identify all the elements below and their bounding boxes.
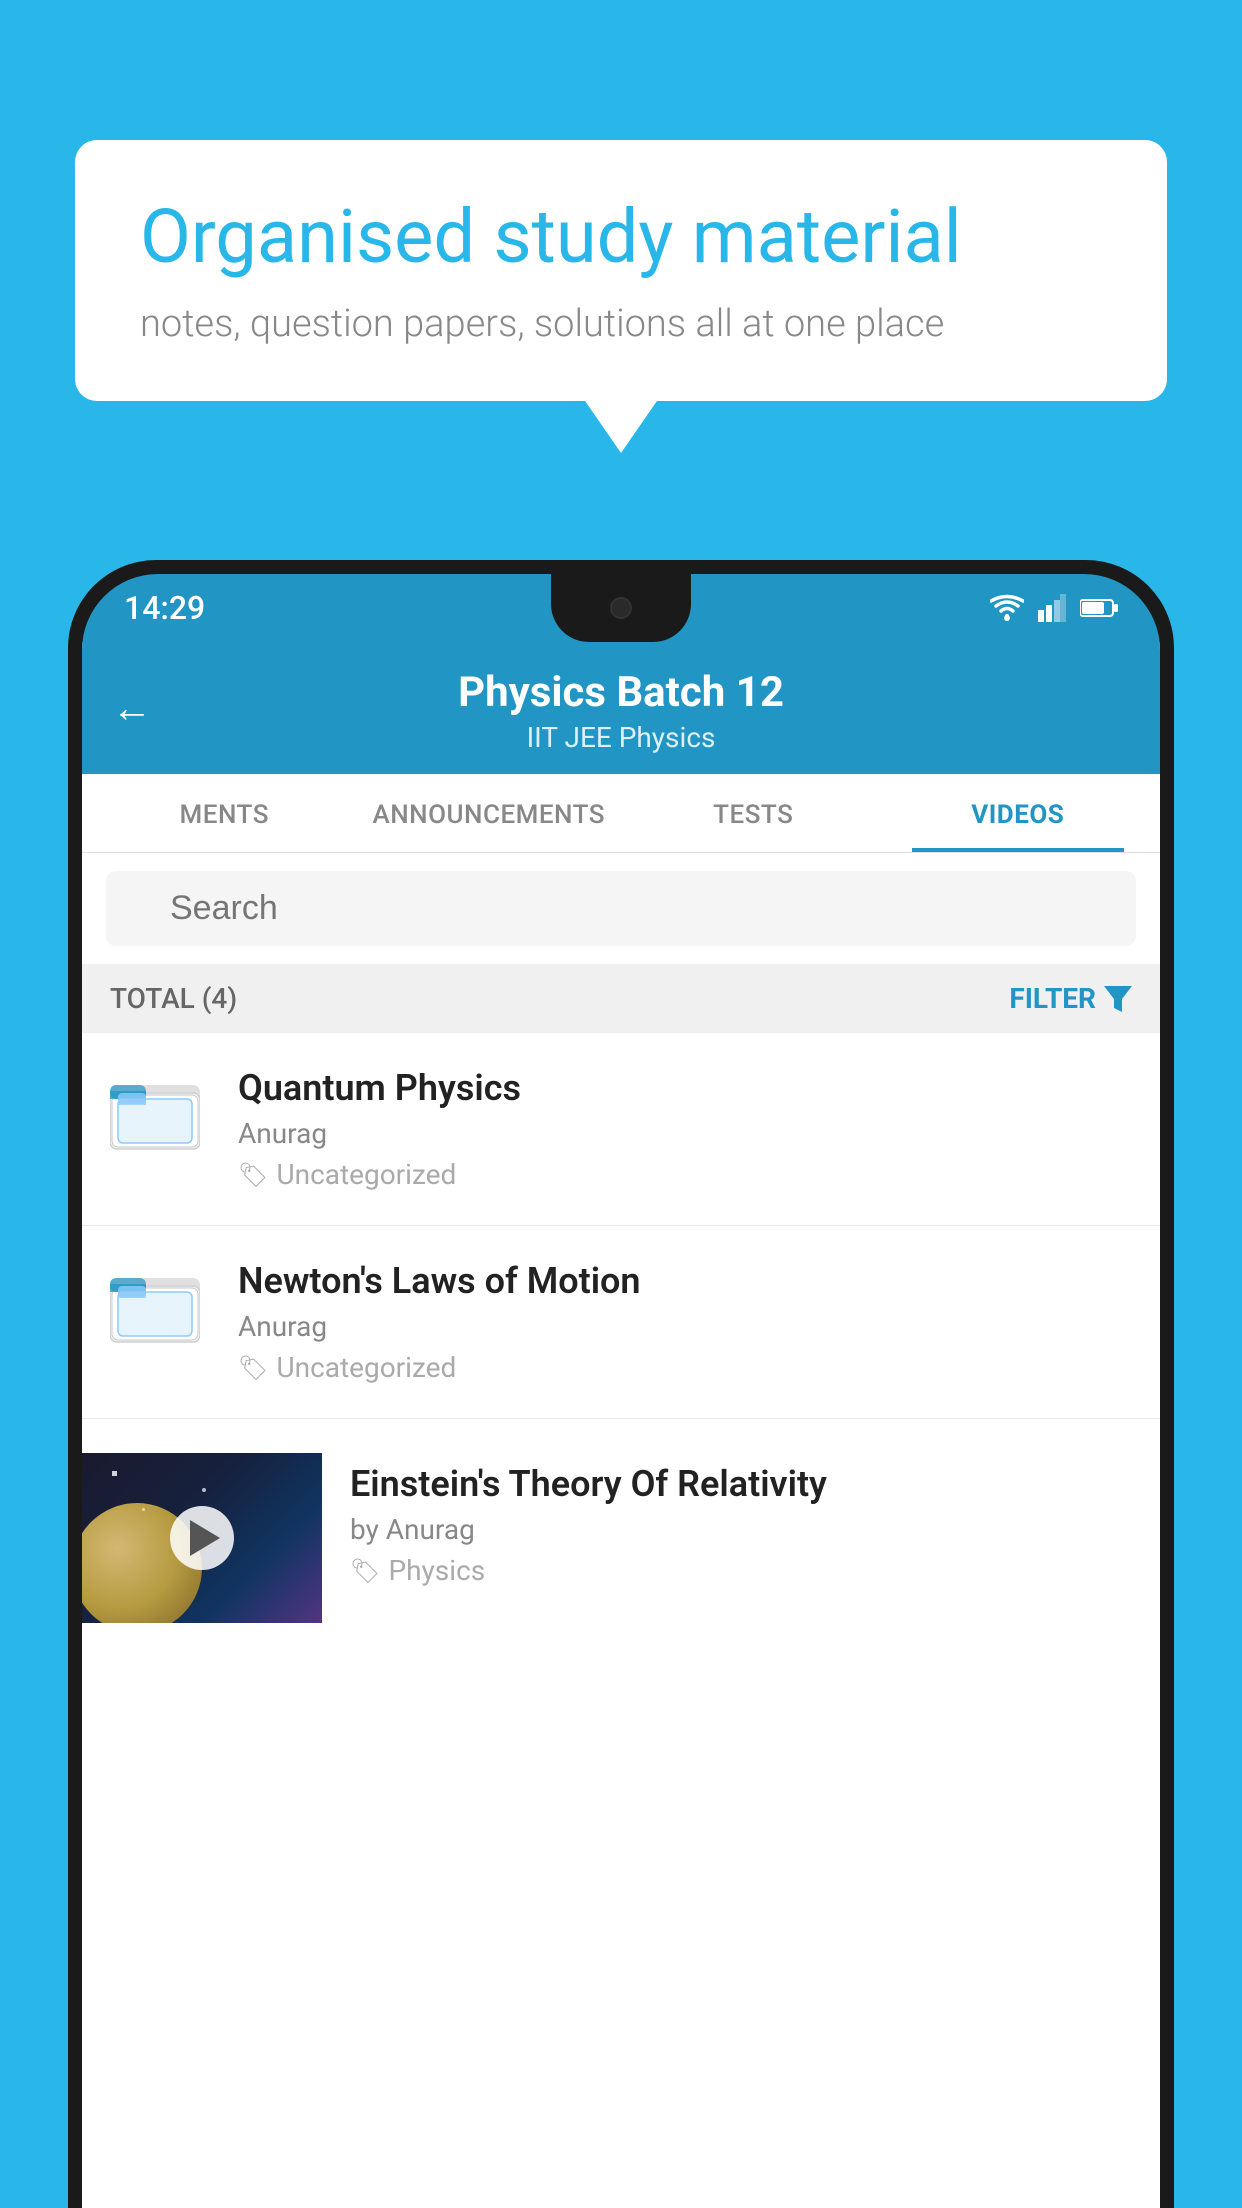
tab-announcements[interactable]: ANNOUNCEMENTS xyxy=(357,774,622,852)
search-input[interactable] xyxy=(106,871,1136,946)
phone-frame: 14:29 xyxy=(68,560,1174,2208)
screen-content: ← Physics Batch 12 IIT JEE Physics MENTS… xyxy=(82,642,1160,2208)
status-icons xyxy=(990,594,1118,622)
list-item[interactable]: Einstein's Theory Of Relativity by Anura… xyxy=(82,1419,1160,1657)
video-info-2: Newton's Laws of Motion Anurag 🏷 Uncateg… xyxy=(238,1260,1132,1384)
page-title: Physics Batch 12 xyxy=(82,668,1160,717)
star-1 xyxy=(112,1471,117,1476)
tab-videos[interactable]: VIDEOS xyxy=(886,774,1151,852)
video-info-1: Quantum Physics Anurag 🏷 Uncategorized xyxy=(238,1067,1132,1191)
tab-tests[interactable]: TESTS xyxy=(621,774,886,852)
play-triangle xyxy=(190,1520,220,1556)
back-button[interactable]: ← xyxy=(112,685,152,732)
tab-bar: MENTS ANNOUNCEMENTS TESTS VIDEOS xyxy=(82,774,1160,853)
video-author-2: Anurag xyxy=(238,1310,1132,1343)
play-button[interactable] xyxy=(170,1506,234,1570)
video-tag-1: Uncategorized xyxy=(276,1158,456,1191)
folder-thumbnail-2 xyxy=(110,1260,210,1350)
star-3 xyxy=(142,1508,145,1511)
phone-inner: 14:29 xyxy=(82,574,1160,2208)
video-thumbnail-3 xyxy=(82,1453,322,1623)
folder-icon xyxy=(110,1067,200,1153)
filter-bar: TOTAL (4) FILTER xyxy=(82,964,1160,1033)
page-subtitle: IIT JEE Physics xyxy=(82,721,1160,754)
folder-thumbnail-1 xyxy=(110,1067,210,1157)
video-tag-3: Physics xyxy=(388,1554,485,1587)
star-2 xyxy=(202,1488,206,1492)
status-bar: 14:29 xyxy=(82,574,1160,642)
video-tag-2: Uncategorized xyxy=(276,1351,456,1384)
filter-button[interactable]: FILTER xyxy=(1009,982,1132,1015)
video-title-2: Newton's Laws of Motion xyxy=(238,1260,1132,1302)
app-header: ← Physics Batch 12 IIT JEE Physics xyxy=(82,642,1160,774)
battery-icon xyxy=(1080,597,1118,619)
list-item[interactable]: Quantum Physics Anurag 🏷 Uncategorized xyxy=(82,1033,1160,1226)
video-info-3: Einstein's Theory Of Relativity by Anura… xyxy=(322,1453,1132,1597)
video-title-3: Einstein's Theory Of Relativity xyxy=(350,1463,1104,1505)
speech-bubble-container: Organised study material notes, question… xyxy=(75,140,1167,401)
notch xyxy=(551,574,691,642)
tag-row-2: 🏷 Uncategorized xyxy=(238,1351,1132,1384)
total-count: TOTAL (4) xyxy=(110,982,237,1015)
video-author-1: Anurag xyxy=(238,1117,1132,1150)
speech-bubble-subtext: notes, question papers, solutions all at… xyxy=(140,302,1102,346)
speech-bubble-heading: Organised study material xyxy=(140,195,1102,280)
list-item[interactable]: Newton's Laws of Motion Anurag 🏷 Uncateg… xyxy=(82,1226,1160,1419)
video-author-3: by Anurag xyxy=(350,1513,1104,1546)
speech-bubble: Organised study material notes, question… xyxy=(75,140,1167,401)
camera-dot xyxy=(610,597,632,619)
status-time: 14:29 xyxy=(124,589,205,627)
tag-icon-1: 🏷 xyxy=(238,1161,268,1189)
tag-row-3: 🏷 Physics xyxy=(350,1554,1104,1587)
folder-icon xyxy=(110,1260,200,1346)
filter-icon xyxy=(1104,986,1132,1012)
wifi-icon xyxy=(990,594,1024,622)
tag-icon-2: 🏷 xyxy=(238,1354,268,1382)
tab-ments[interactable]: MENTS xyxy=(92,774,357,852)
signal-icon xyxy=(1038,594,1066,622)
search-wrapper: 🔍 xyxy=(106,871,1136,946)
tag-icon-3: 🏷 xyxy=(350,1557,380,1585)
video-title-1: Quantum Physics xyxy=(238,1067,1132,1109)
tag-row-1: 🏷 Uncategorized xyxy=(238,1158,1132,1191)
search-bar: 🔍 xyxy=(82,853,1160,964)
